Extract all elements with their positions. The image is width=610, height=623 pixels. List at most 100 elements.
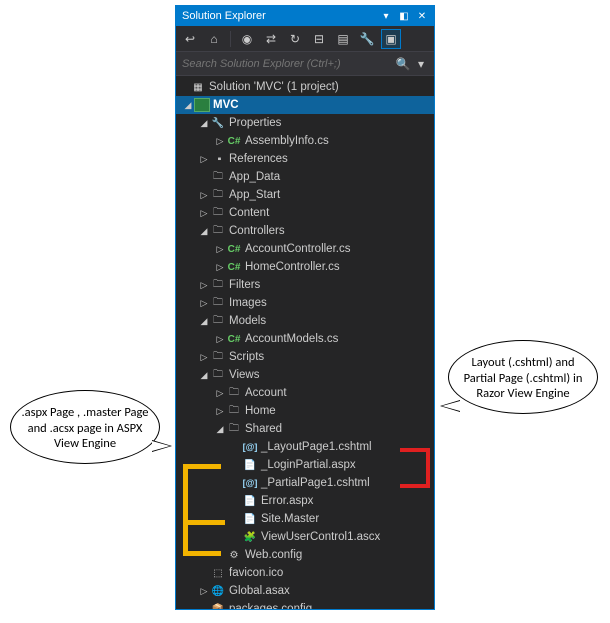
expander-open-icon[interactable]: ◢ [182,100,194,111]
expander-open-icon[interactable]: ◢ [198,118,210,129]
expander-closed-icon[interactable]: ▷ [198,154,210,165]
dropdown-icon[interactable]: ▾ [378,8,394,24]
project-node[interactable]: ◢ MVC [176,96,434,114]
controllers-node[interactable]: ◢ Controllers [176,222,434,240]
shared-folder-node[interactable]: ◢ Shared [176,420,434,438]
globalasax-node[interactable]: ▷ Global.asax [176,582,434,600]
callout-razor-text: Layout (.cshtml) and Partial Page (.csht… [464,355,583,401]
home-folder-node[interactable]: ▷ Home [176,402,434,420]
folder-icon [226,404,242,418]
packagesconfig-node[interactable]: packages.config [176,600,434,609]
layoutpage-node[interactable]: _LayoutPage1.cshtml [176,438,434,456]
folder-icon [226,386,242,400]
red-bracket-annotation [400,448,430,488]
assemblyinfo-label: AssemblyInfo.cs [245,135,329,147]
expander-closed-icon[interactable]: ▷ [198,298,210,309]
assemblyinfo-node[interactable]: ▷ AssemblyInfo.cs [176,132,434,150]
search-row: 🔍 ▾ [176,52,434,76]
search-input[interactable] [180,57,394,71]
sitemaster-label: Site.Master [261,513,319,525]
toolbar-separator [230,31,231,47]
favicon-node[interactable]: favicon.ico [176,564,434,582]
viewusercontrol-label: ViewUserControl1.ascx [261,531,380,543]
solution-icon [190,80,206,94]
folder-icon [210,188,226,202]
master-icon [242,512,258,526]
appdata-label: App_Data [229,171,280,183]
callout-aspx: .aspx Page , .master Page and .acsx page… [10,390,160,464]
expander-closed-icon[interactable]: ▷ [214,244,226,255]
refresh-icon[interactable]: ↻ [285,29,305,49]
csharp-icon [226,332,242,346]
expander-closed-icon[interactable]: ▷ [214,262,226,273]
expander-closed-icon[interactable]: ▷ [198,208,210,219]
account-folder-node[interactable]: ▷ Account [176,384,434,402]
sync-icon[interactable]: ⇄ [261,29,281,49]
razor-icon [242,476,258,490]
expander-closed-icon[interactable]: ▷ [214,406,226,417]
views-node[interactable]: ◢ Views [176,366,434,384]
home-icon[interactable]: ⌂ [204,29,224,49]
expander-closed-icon[interactable]: ▷ [198,586,210,597]
layoutpage-label: _LayoutPage1.cshtml [261,441,372,453]
accountcontroller-node[interactable]: ▷ AccountController.cs [176,240,434,258]
expander-closed-icon[interactable]: ▷ [198,280,210,291]
search-icon[interactable]: 🔍 [394,57,412,71]
search-options-icon[interactable]: ▾ [412,57,430,71]
images-node[interactable]: ▷ Images [176,294,434,312]
webconfig-views-label: Web.config [245,549,302,561]
aspx-icon [242,494,258,508]
expander-open-icon[interactable]: ◢ [214,424,226,435]
expander-open-icon[interactable]: ◢ [198,316,210,327]
folder-icon [210,278,226,292]
razor-icon [242,440,258,454]
appdata-node[interactable]: App_Data [176,168,434,186]
expander-closed-icon[interactable]: ▷ [198,190,210,201]
accountmodels-node[interactable]: ▷ AccountModels.cs [176,330,434,348]
images-label: Images [229,297,267,309]
controllers-label: Controllers [229,225,285,237]
collapse-icon[interactable]: ⊟ [309,29,329,49]
asax-icon [210,584,226,598]
properties-node[interactable]: ◢ Properties [176,114,434,132]
expander-open-icon[interactable]: ◢ [198,226,210,237]
yellow-bracket-mid-annotation [183,520,225,525]
properties-icon[interactable]: 🔧 [357,29,377,49]
scripts-label: Scripts [229,351,264,363]
filters-node[interactable]: ▷ Filters [176,276,434,294]
appstart-node[interactable]: ▷ App_Start [176,186,434,204]
globalasax-label: Global.asax [229,585,290,597]
models-node[interactable]: ◢ Models [176,312,434,330]
csharp-icon [226,134,242,148]
csharp-icon [226,242,242,256]
folder-icon [210,314,226,328]
folder-icon [210,296,226,310]
homecontroller-node[interactable]: ▷ HomeController.cs [176,258,434,276]
solution-node[interactable]: Solution 'MVC' (1 project) [176,78,434,96]
accountcontroller-label: AccountController.cs [245,243,350,255]
references-node[interactable]: ▷ References [176,150,434,168]
folder-icon [210,224,226,238]
back-icon[interactable]: ↩ [180,29,200,49]
close-icon[interactable]: ✕ [414,8,430,24]
pin-icon[interactable]: ◧ [396,8,412,24]
expander-closed-icon[interactable]: ▷ [214,388,226,399]
expander-open-icon[interactable]: ◢ [198,370,210,381]
ascx-icon [242,530,258,544]
preview-icon[interactable]: ▣ [381,29,401,49]
window-title: Solution Explorer [182,10,376,22]
ico-icon [210,566,226,580]
csharp-icon [226,260,242,274]
expander-closed-icon[interactable]: ▷ [198,352,210,363]
scripts-node[interactable]: ▷ Scripts [176,348,434,366]
appstart-label: App_Start [229,189,280,201]
folder-icon [226,422,242,436]
content-node[interactable]: ▷ Content [176,204,434,222]
account-label: Account [245,387,287,399]
scope-icon[interactable]: ◉ [237,29,257,49]
partialpage-label: _PartialPage1.cshtml [261,477,370,489]
expander-closed-icon[interactable]: ▷ [214,136,226,147]
folder-icon [210,368,226,382]
showall-icon[interactable]: ▤ [333,29,353,49]
expander-closed-icon[interactable]: ▷ [214,334,226,345]
